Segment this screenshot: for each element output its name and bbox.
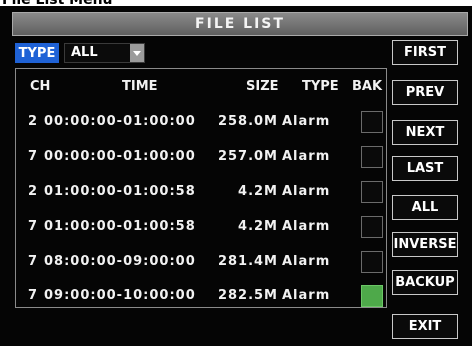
cell-size: 4.2M [238, 184, 278, 199]
column-header-size: SIZE [246, 79, 279, 94]
cell-time: 08:00:00-09:00:00 [44, 254, 196, 269]
backup-checkbox[interactable] [361, 251, 383, 273]
cell-ch: 7 [28, 254, 38, 269]
table-header: CH TIME SIZE TYPE BAK [16, 79, 386, 97]
cell-time: 09:00:00-10:00:00 [44, 288, 196, 303]
cell-type: Alarm [282, 184, 331, 199]
prev-button[interactable]: PREV [392, 80, 458, 105]
cell-time: 01:00:00-01:00:58 [44, 219, 196, 234]
backup-checkbox[interactable] [361, 181, 383, 203]
cell-type: Alarm [282, 114, 331, 129]
column-header-ch: CH [30, 79, 51, 94]
column-header-type: TYPE [302, 79, 339, 94]
cell-ch: 2 [28, 184, 38, 199]
exit-button[interactable]: EXIT [392, 314, 458, 339]
cell-ch: 2 [28, 114, 38, 129]
cell-type: Alarm [282, 254, 331, 269]
cell-ch: 7 [28, 219, 38, 234]
column-header-time: TIME [122, 79, 158, 94]
backup-checkbox[interactable] [361, 146, 383, 168]
cell-size: 258.0M [217, 114, 278, 129]
first-button[interactable]: FIRST [392, 40, 458, 65]
cell-size: 281.4M [217, 254, 278, 269]
backup-checkbox[interactable] [361, 216, 383, 238]
file-list-screen: FILE LIST TYPE ALL CH TIME SIZE TYPE BAK… [0, 6, 472, 346]
cell-size: 4.2M [238, 219, 278, 234]
type-filter-select[interactable]: ALL [64, 43, 145, 63]
cell-ch: 7 [28, 149, 38, 164]
cell-type: Alarm [282, 219, 331, 234]
backup-button[interactable]: BACKUP [392, 270, 458, 295]
all-button[interactable]: ALL [392, 195, 458, 220]
file-list-table: CH TIME SIZE TYPE BAK 2 00:00:00-01:00:0… [15, 68, 387, 308]
type-filter-value: ALL [71, 45, 98, 60]
cell-time: 00:00:00-01:00:00 [44, 114, 196, 129]
window-title: FILE LIST [12, 12, 468, 36]
cell-time: 00:00:00-01:00:00 [44, 149, 196, 164]
chevron-down-icon[interactable] [130, 44, 144, 62]
cell-ch: 7 [28, 288, 38, 303]
backup-checkbox[interactable] [361, 285, 383, 307]
column-header-bak: BAK [352, 79, 383, 94]
cell-type: Alarm [282, 149, 331, 164]
cell-type: Alarm [282, 288, 331, 303]
inverse-button[interactable]: INVERSE [392, 232, 458, 257]
next-button[interactable]: NEXT [392, 120, 458, 145]
cell-size: 257.0M [217, 149, 278, 164]
cell-time: 01:00:00-01:00:58 [44, 184, 196, 199]
last-button[interactable]: LAST [392, 156, 458, 181]
type-filter-label: TYPE [15, 43, 59, 63]
backup-checkbox[interactable] [361, 111, 383, 133]
cell-size: 282.5M [217, 288, 278, 303]
